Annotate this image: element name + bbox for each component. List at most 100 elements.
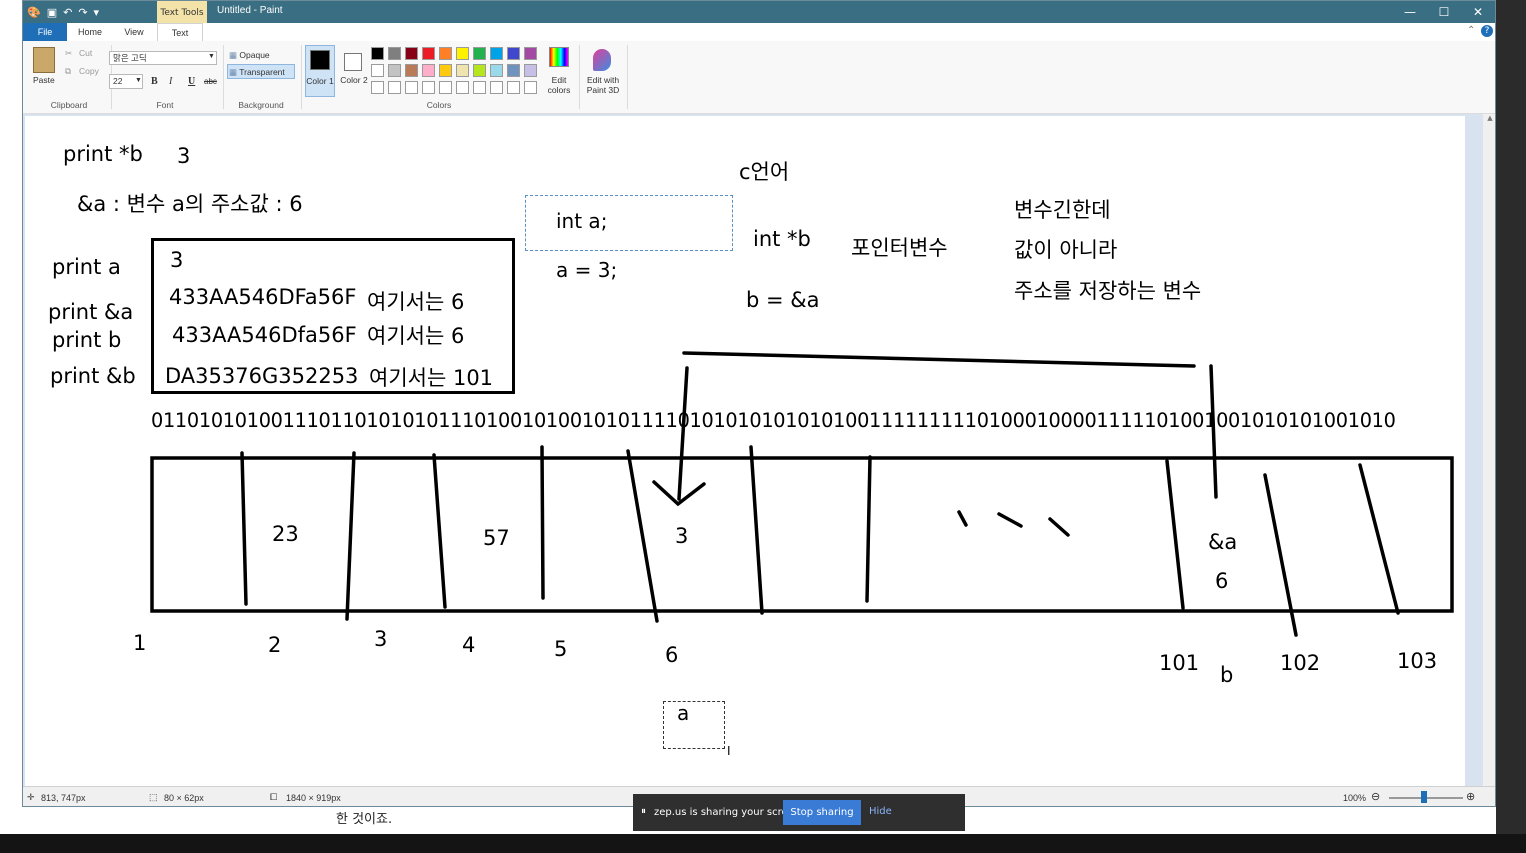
color-swatch[interactable]	[490, 81, 503, 94]
color-swatch[interactable]	[388, 81, 401, 94]
stop-sharing-button[interactable]: Stop sharing	[783, 800, 861, 825]
transparent-icon: ▦	[229, 67, 240, 77]
color-swatch[interactable]	[388, 64, 401, 77]
cell-divider	[540, 445, 545, 600]
taskbar-strip	[0, 834, 1526, 853]
color-swatch[interactable]	[405, 47, 418, 60]
hide-button[interactable]: Hide	[869, 806, 892, 817]
italic-button[interactable]: I	[169, 76, 172, 87]
color-swatch[interactable]	[422, 81, 435, 94]
drawing-canvas[interactable]: print *b 3 &a : 변수 a의 주소값 : 6 print a pr…	[25, 116, 1465, 786]
pointer-arrow-line	[677, 366, 689, 501]
copy-button[interactable]: Copy	[79, 66, 99, 76]
colors-group-label: Colors	[426, 100, 452, 110]
color2-button[interactable]: Color 2	[339, 45, 369, 97]
tab-home[interactable]: Home	[69, 23, 111, 41]
maximize-button[interactable]: ☐	[1427, 1, 1461, 23]
color-swatch[interactable]	[473, 64, 486, 77]
color-swatch[interactable]	[524, 81, 537, 94]
redo-icon[interactable]: ↷	[78, 6, 87, 19]
background-group-label: Background	[238, 100, 284, 110]
address-label-b: b	[1220, 663, 1234, 687]
address-label-4: 4	[462, 633, 476, 657]
address-label-102: 102	[1280, 651, 1321, 675]
color-swatch[interactable]	[405, 64, 418, 77]
title-bar: 🎨 ▣ ↶ ↷ ▾ Text Tools Untitled - Paint — …	[23, 1, 1495, 23]
tab-file[interactable]: File	[23, 23, 67, 41]
color-swatch[interactable]	[422, 64, 435, 77]
color1-button[interactable]: Color 1	[305, 45, 335, 97]
zoom-level: 100%	[1343, 793, 1367, 803]
save-icon[interactable]: ▣	[47, 6, 57, 19]
minimize-button[interactable]: —	[1393, 1, 1427, 23]
scroll-up-icon[interactable]: ▲	[1483, 114, 1495, 122]
color-swatch[interactable]	[371, 64, 384, 77]
zoom-out-icon[interactable]: ⊖	[1371, 790, 1380, 803]
address-label-101: 101	[1159, 651, 1200, 675]
text-cursor-icon: I	[727, 744, 731, 758]
cut-button[interactable]: Cut	[79, 48, 92, 58]
ellipsis-dash	[957, 510, 968, 527]
color-swatch[interactable]	[439, 64, 452, 77]
tab-text[interactable]: Text	[157, 23, 203, 41]
cell-divider	[865, 455, 872, 603]
edit-colors-button[interactable]: Edit colors	[541, 75, 577, 95]
font-family-select[interactable]: 맑은 고딕	[109, 51, 217, 65]
address-label-5: 5	[554, 637, 568, 661]
cut-icon: ✂	[65, 48, 73, 58]
collapse-ribbon-icon[interactable]: ⌃	[1467, 25, 1475, 36]
paste-icon[interactable]	[33, 47, 55, 73]
tab-view[interactable]: View	[113, 23, 155, 41]
color-swatch[interactable]	[422, 47, 435, 60]
drawing-strokes	[150, 351, 1454, 637]
quick-access-toolbar: 🎨 ▣ ↶ ↷ ▾	[27, 3, 99, 21]
undo-icon[interactable]: ↶	[63, 6, 72, 19]
image-size: 1840 × 919px	[286, 793, 341, 803]
color1-swatch	[310, 50, 330, 70]
help-icon[interactable]: ?	[1481, 25, 1493, 37]
opaque-option[interactable]: ▦ Opaque	[229, 48, 295, 62]
text-edit-box[interactable]	[663, 701, 725, 749]
underline-button[interactable]: U	[188, 76, 195, 87]
color-swatch[interactable]	[507, 64, 520, 77]
cursor-position-icon: ✛	[27, 792, 35, 802]
paint-window: 🎨 ▣ ↶ ↷ ▾ Text Tools Untitled - Paint — …	[22, 0, 1496, 807]
zoom-slider-thumb[interactable]	[1421, 791, 1427, 803]
zoom-in-icon[interactable]: ⊕	[1466, 790, 1475, 803]
paint-app-icon[interactable]: 🎨	[27, 6, 41, 19]
color-swatch[interactable]	[524, 47, 537, 60]
color-swatch[interactable]	[507, 47, 520, 60]
color-swatch[interactable]	[371, 81, 384, 94]
cell-divider	[1358, 463, 1400, 615]
background-caption: 한 것이죠.	[336, 812, 393, 827]
strikethrough-button[interactable]: abc	[204, 77, 217, 86]
color-swatch[interactable]	[507, 81, 520, 94]
color-swatch[interactable]	[388, 47, 401, 60]
color-swatch[interactable]	[490, 64, 503, 77]
color-swatch[interactable]	[439, 47, 452, 60]
color-swatch[interactable]	[439, 81, 452, 94]
color-swatch[interactable]	[456, 47, 469, 60]
color-swatch[interactable]	[405, 81, 418, 94]
edit-with-paint3d-button[interactable]: Edit with Paint 3D	[581, 75, 625, 95]
color-swatch[interactable]	[473, 47, 486, 60]
cell-divider	[432, 453, 447, 609]
color-palette	[371, 47, 543, 97]
close-button[interactable]: ✕	[1461, 1, 1495, 23]
color-swatch[interactable]	[456, 64, 469, 77]
address-label-103: 103	[1397, 649, 1438, 673]
color-swatch[interactable]	[456, 81, 469, 94]
color-swatch[interactable]	[490, 47, 503, 60]
bold-button[interactable]: B	[151, 76, 158, 87]
vertical-scrollbar[interactable]: ▲	[1483, 114, 1495, 786]
separator	[579, 45, 580, 109]
cell-value-6: 6	[1215, 569, 1229, 593]
window-title: Untitled - Paint	[217, 5, 283, 16]
color-swatch[interactable]	[371, 47, 384, 60]
customize-qat-icon[interactable]: ▾	[94, 6, 100, 19]
transparent-option[interactable]: ▦ Transparent	[227, 64, 295, 79]
color-swatch[interactable]	[473, 81, 486, 94]
color2-label: Color 2	[340, 75, 368, 85]
color-swatch[interactable]	[524, 64, 537, 77]
paste-button[interactable]: Paste	[33, 75, 55, 85]
